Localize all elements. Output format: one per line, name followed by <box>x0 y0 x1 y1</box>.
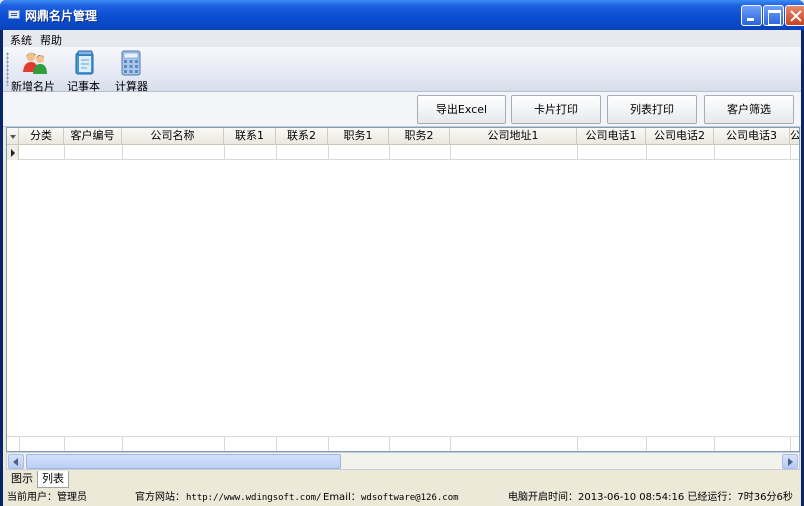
notepad-icon <box>75 50 94 75</box>
column-header[interactable]: 公司电话1 <box>577 128 646 145</box>
export-excel-button[interactable]: 导出Excel <box>417 95 506 124</box>
window-title: 网鼎名片管理 <box>25 9 98 23</box>
email-label: Email： <box>323 492 361 503</box>
menu-help[interactable]: 帮助 <box>40 32 62 48</box>
calculator-icon <box>121 50 141 76</box>
notepad-button[interactable]: 记事本 <box>65 50 105 93</box>
new-card-button[interactable]: 新增名片 <box>11 50 59 93</box>
maximize-button[interactable] <box>763 5 784 26</box>
email-link[interactable]: wdsoftware@126.com <box>361 491 459 506</box>
menu-system[interactable]: 系统 <box>10 32 32 48</box>
website-link[interactable]: http://www.wdingsoft.com/ <box>186 491 321 506</box>
column-header[interactable]: 职务2 <box>389 128 450 145</box>
client-area: 系统 帮助 新增名片 记事本 计算器 导出Excel 卡片打印 列表打印 客户筛… <box>3 30 801 506</box>
header-row-selector[interactable] <box>7 128 19 145</box>
app-window: 网鼎名片管理 系统 帮助 新增名片 记事本 计算器 导出Excel 卡片打印 列… <box>0 0 804 506</box>
row-selector[interactable] <box>7 145 19 160</box>
column-header[interactable]: 公司电话2 <box>646 128 714 145</box>
toolbar-grip[interactable] <box>6 52 9 86</box>
grid-header: 分类 客户编号 公司名称 联系1 联系2 职务1 职务2 公司地址1 公司电话1… <box>7 128 799 145</box>
scroll-thumb[interactable] <box>26 454 341 469</box>
close-button[interactable] <box>785 5 804 26</box>
card-grid[interactable]: 分类 客户编号 公司名称 联系1 联系2 职务1 职务2 公司地址1 公司电话1… <box>6 127 800 452</box>
horizontal-scrollbar[interactable] <box>6 452 800 470</box>
column-header[interactable]: 公司电话3 <box>714 128 790 145</box>
dropdown-icon <box>10 135 16 139</box>
column-header[interactable]: 公司名称 <box>122 128 224 145</box>
view-tabs: 图示 列表 <box>6 471 800 489</box>
title-bar[interactable]: 网鼎名片管理 <box>0 0 804 30</box>
tab-list[interactable]: 列表 <box>37 471 69 488</box>
toolbar: 新增名片 记事本 计算器 <box>3 47 801 93</box>
tab-diagram[interactable]: 图示 <box>8 471 36 488</box>
column-header[interactable]: 公司地址1 <box>450 128 577 145</box>
scroll-right-arrow-icon[interactable] <box>782 454 798 469</box>
app-icon <box>8 10 20 19</box>
scroll-left-arrow-icon[interactable] <box>8 454 24 469</box>
website-label: 官方网站： <box>135 492 185 503</box>
boot-time: 电脑开启时间：2013-06-10 08:54:16 已经运行：7时36分6秒 <box>508 492 793 503</box>
menu-bar: 系统 帮助 <box>3 30 801 47</box>
customer-filter-button[interactable]: 客户筛选 <box>704 95 794 124</box>
column-header[interactable]: 公 <box>790 128 799 145</box>
column-header[interactable]: 联系1 <box>224 128 276 145</box>
action-bar: 导出Excel 卡片打印 列表打印 客户筛选 <box>3 92 801 127</box>
users-icon <box>23 52 47 74</box>
list-print-button[interactable]: 列表打印 <box>607 95 697 124</box>
column-header[interactable]: 分类 <box>19 128 64 145</box>
column-header[interactable]: 联系2 <box>276 128 328 145</box>
card-print-button[interactable]: 卡片打印 <box>511 95 601 124</box>
current-row-icon <box>11 149 15 157</box>
calculator-button[interactable]: 计算器 <box>113 50 153 93</box>
summary-row <box>7 436 799 451</box>
minimize-button[interactable] <box>741 5 762 26</box>
current-user: 当前用户：管理员 <box>7 492 87 503</box>
status-bar: 当前用户：管理员 官方网站： http://www.wdingsoft.com/… <box>3 489 801 506</box>
column-header[interactable]: 职务1 <box>328 128 389 145</box>
table-row[interactable] <box>7 145 799 160</box>
column-header[interactable]: 客户编号 <box>64 128 122 145</box>
